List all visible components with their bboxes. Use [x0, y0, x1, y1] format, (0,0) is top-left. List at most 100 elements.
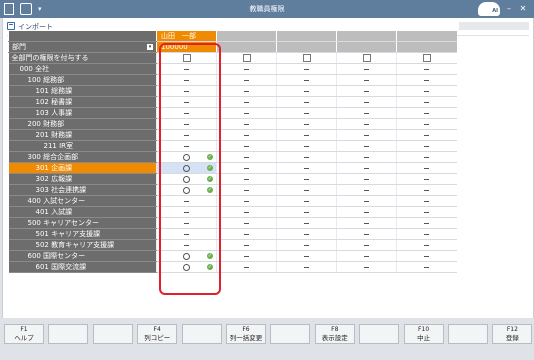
permission-cell[interactable]: [156, 107, 217, 119]
permission-cell[interactable]: ✓: [156, 151, 217, 163]
grant-all-checkbox[interactable]: [362, 54, 371, 62]
fkey-button[interactable]: [448, 324, 488, 344]
grant-all-checkbox[interactable]: [242, 54, 251, 62]
permission-cell[interactable]: [216, 184, 277, 196]
close-icon[interactable]: ✕: [518, 4, 528, 14]
permission-cell[interactable]: [216, 85, 277, 97]
permission-cell[interactable]: [276, 184, 337, 196]
permission-cell[interactable]: [396, 250, 457, 262]
permission-cell[interactable]: [396, 162, 457, 174]
fkey-button[interactable]: [92, 324, 133, 344]
permission-cell[interactable]: [336, 250, 397, 262]
permission-cell[interactable]: [216, 162, 277, 174]
fkey-button[interactable]: F10 中止: [403, 324, 444, 344]
table-row[interactable]: 502 教育キャリア支援課: [8, 239, 457, 251]
permission-cell[interactable]: [216, 74, 277, 86]
table-row[interactable]: 211 IR室: [8, 140, 457, 152]
fkey-button[interactable]: [48, 324, 89, 344]
permission-cell[interactable]: [336, 107, 397, 119]
table-row[interactable]: 101 総務課: [8, 85, 457, 97]
permission-cell[interactable]: [276, 107, 337, 119]
filter-dropdown-icon[interactable]: ▾: [147, 44, 153, 50]
permission-cell[interactable]: [336, 151, 397, 163]
permission-cell[interactable]: [396, 151, 457, 163]
permission-cell[interactable]: [276, 250, 337, 262]
permission-cell[interactable]: [276, 173, 337, 185]
grant-all-checkbox[interactable]: [422, 54, 431, 62]
permission-cell[interactable]: [276, 206, 337, 218]
permission-cell[interactable]: [276, 228, 337, 240]
permission-cell[interactable]: [216, 195, 277, 207]
permission-cell[interactable]: [216, 217, 277, 229]
permission-cell[interactable]: [336, 217, 397, 229]
permission-cell[interactable]: [396, 63, 457, 75]
permission-cell[interactable]: [276, 151, 337, 163]
table-row[interactable]: 501 キャリア支援課: [8, 228, 457, 240]
minimize-icon[interactable]: –: [504, 4, 514, 14]
permission-cell[interactable]: [276, 261, 337, 273]
table-row[interactable]: 200 財務部: [8, 118, 457, 130]
permission-cell[interactable]: [216, 107, 277, 119]
table-row[interactable]: 102 秘書課: [8, 96, 457, 108]
permission-cell[interactable]: [276, 96, 337, 108]
permission-cell[interactable]: [216, 261, 277, 273]
permission-cell[interactable]: [216, 151, 277, 163]
permission-cell[interactable]: [396, 239, 457, 251]
permission-cell[interactable]: [156, 96, 217, 108]
permission-cell[interactable]: [336, 173, 397, 185]
permission-cell[interactable]: [396, 74, 457, 86]
fkey-button[interactable]: F6 列一括変更: [226, 324, 266, 344]
permission-cell[interactable]: [336, 74, 397, 86]
permission-cell[interactable]: [156, 239, 217, 251]
permission-cell[interactable]: ✓: [156, 250, 217, 262]
permission-cell[interactable]: [216, 129, 277, 141]
permission-cell[interactable]: [336, 140, 397, 152]
permission-cell[interactable]: [336, 228, 397, 240]
permission-cell[interactable]: [216, 228, 277, 240]
table-row[interactable]: 600 国際センター ✓: [8, 250, 457, 262]
permission-cell[interactable]: [336, 129, 397, 141]
permission-cell[interactable]: [156, 206, 217, 218]
permission-cell[interactable]: [396, 228, 457, 240]
permission-cell[interactable]: [396, 217, 457, 229]
permission-cell[interactable]: [216, 63, 277, 75]
permission-cell[interactable]: [336, 184, 397, 196]
fkey-button[interactable]: F1 ヘルプ: [4, 324, 44, 344]
permission-cell[interactable]: [276, 129, 337, 141]
permission-cell[interactable]: ✓: [156, 173, 217, 185]
permission-cell[interactable]: [336, 63, 397, 75]
permission-cell[interactable]: [156, 63, 217, 75]
table-row[interactable]: 302 広報課 ✓: [8, 173, 457, 185]
permission-cell[interactable]: [396, 85, 457, 97]
permission-cell[interactable]: [276, 162, 337, 174]
permission-cell[interactable]: [156, 228, 217, 240]
permission-cell[interactable]: [276, 63, 337, 75]
permission-cell[interactable]: [336, 239, 397, 251]
permission-cell[interactable]: ✓: [156, 184, 217, 196]
permission-cell[interactable]: [156, 118, 217, 130]
table-row[interactable]: 400 入試センター: [8, 195, 457, 207]
grant-all-checkbox[interactable]: [182, 54, 191, 62]
permission-cell[interactable]: [156, 85, 217, 97]
permission-cell[interactable]: [216, 118, 277, 130]
permission-cell[interactable]: ✓: [156, 261, 217, 273]
permission-cell[interactable]: [336, 162, 397, 174]
permission-cell[interactable]: [156, 74, 217, 86]
permission-cell[interactable]: [276, 140, 337, 152]
permission-cell[interactable]: [276, 118, 337, 130]
permission-cell[interactable]: ✓: [156, 162, 217, 174]
permission-cell[interactable]: [396, 118, 457, 130]
table-row[interactable]: 100 総務部: [8, 74, 457, 86]
permission-cell[interactable]: [216, 206, 277, 218]
grant-all-checkbox[interactable]: [302, 54, 311, 62]
fkey-button[interactable]: [270, 324, 311, 344]
fkey-button[interactable]: F8 表示設定: [314, 324, 355, 344]
column-header-user-name[interactable]: 山田 一部: [156, 31, 217, 42]
permission-cell[interactable]: [216, 239, 277, 251]
fkey-button[interactable]: [181, 324, 222, 344]
permission-cell[interactable]: [156, 129, 217, 141]
permission-cell[interactable]: [396, 107, 457, 119]
permission-cell[interactable]: [216, 96, 277, 108]
permission-cell[interactable]: [396, 173, 457, 185]
permission-cell[interactable]: [336, 85, 397, 97]
